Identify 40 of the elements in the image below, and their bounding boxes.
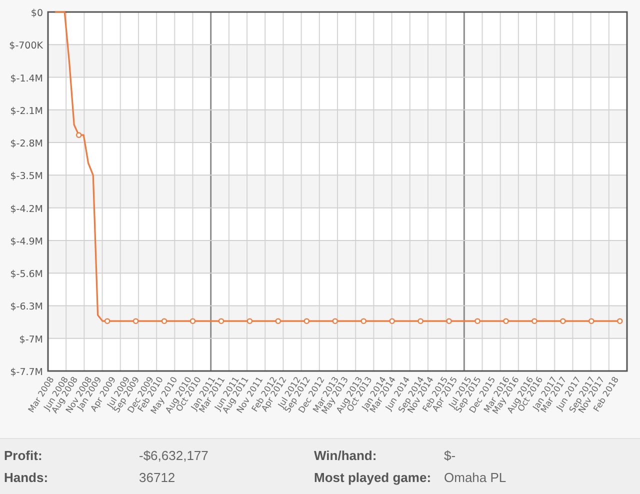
data-point-marker	[446, 318, 452, 324]
stat-label: Profit:	[4, 446, 44, 464]
data-point-marker	[246, 318, 253, 324]
data-point-marker	[474, 318, 480, 324]
y-axis-label: $-7M	[19, 334, 43, 346]
y-axis-label: $-2.1M	[10, 106, 43, 117]
data-point-marker	[560, 318, 566, 324]
y-axis-label: $-4.9M	[10, 236, 43, 248]
data-point-marker	[218, 318, 224, 324]
data-point-marker	[532, 318, 538, 324]
y-axis-label: $-700K	[9, 40, 43, 52]
data-point-marker	[104, 318, 110, 324]
y-axis-label: $-7.7M	[10, 367, 43, 378]
data-point-marker	[161, 318, 168, 324]
stat-label: Hands:	[4, 469, 50, 487]
data-point-marker	[360, 318, 366, 324]
y-axis-label: $-3.5M	[10, 171, 43, 182]
y-axis-label: $-1.4M	[10, 73, 43, 84]
data-point-marker	[503, 318, 509, 324]
data-point-marker	[190, 318, 196, 324]
data-point-marker	[275, 318, 282, 324]
data-point-marker	[76, 132, 82, 138]
data-point-marker	[588, 318, 594, 324]
y-axis-label: $-2.8M	[10, 138, 43, 150]
y-axis-label: $-4.2M	[10, 204, 43, 215]
data-point-marker	[332, 318, 338, 324]
stat-value: $-	[444, 446, 457, 464]
y-axis-label: $-5.6M	[10, 269, 43, 280]
data-point-marker	[389, 318, 395, 324]
data-point-marker	[132, 318, 139, 324]
data-point-marker	[418, 318, 424, 324]
data-point-marker	[616, 318, 623, 324]
data-point-marker	[304, 318, 310, 324]
stat-value: -$6,632,177	[139, 446, 210, 464]
stat-label: Most played game:	[314, 469, 432, 487]
y-axis-label: $-6.3M	[10, 302, 43, 313]
stat-value: Omaha PL	[444, 469, 508, 487]
stat-label: Win/hand:	[314, 446, 378, 464]
y-axis-label: $0	[30, 8, 43, 19]
stat-value: 36712	[139, 469, 176, 487]
